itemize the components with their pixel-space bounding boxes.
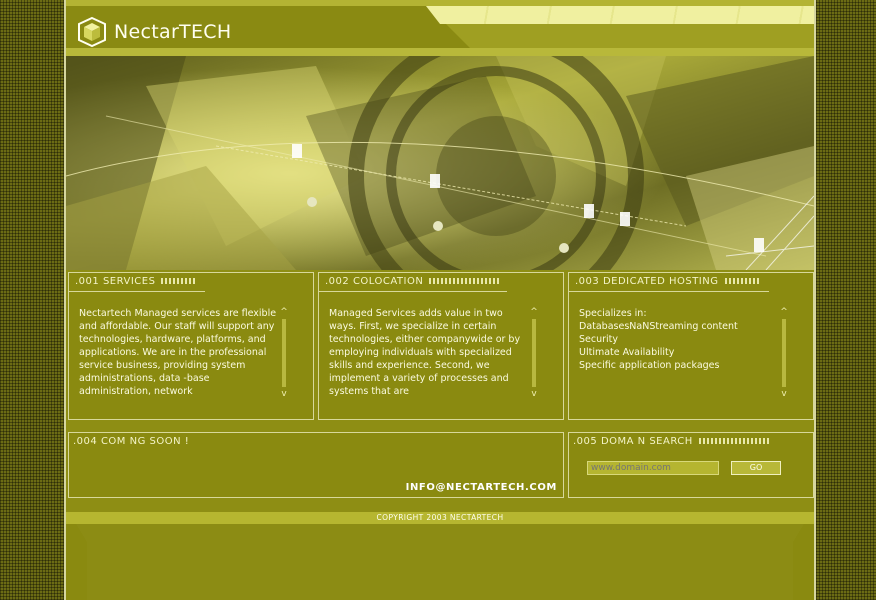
colocation-tab[interactable]: .002 COLOCATION (319, 273, 508, 292)
hosting-line: DatabasesNaNStreaming content (579, 321, 738, 332)
content-row: .001 SERVICES Nectartech Managed service… (66, 270, 814, 422)
header-stripe (426, 6, 814, 24)
header: NectarTECH (66, 0, 814, 56)
hosting-tab[interactable]: .003 DEDICATED HOSTING (569, 273, 769, 292)
services-text: Nectartech Managed services are flexible… (79, 308, 277, 397)
colocation-panel: .002 COLOCATION Managed Services adds va… (318, 272, 564, 420)
header-top-line (66, 0, 814, 6)
domain-search-input[interactable] (587, 461, 719, 475)
services-scrollbar[interactable]: ^ v (279, 307, 289, 399)
go-button[interactable]: GO (731, 461, 781, 475)
email-link[interactable]: INFO@NECTARTECH.COM (406, 482, 557, 493)
dots-icon (724, 278, 761, 284)
services-tab-label: .001 SERVICES (75, 276, 156, 287)
hosting-text: Specializes in: DatabasesNaNStreaming co… (579, 307, 779, 372)
colocation-tab-label: .002 COLOCATION (325, 276, 424, 287)
scroll-track[interactable] (782, 319, 786, 387)
dots-icon (161, 278, 198, 284)
domain-search-panel: .005 DOMA N SEARCH GO (568, 432, 814, 498)
hosting-line: Ultimate Availability (579, 347, 675, 358)
coming-soon-panel: .004 COM NG SOON ! INFO@NECTARTECH.COM (68, 432, 564, 498)
hosting-tab-label: .003 DEDICATED HOSTING (575, 276, 719, 287)
scroll-up-icon[interactable]: ^ (529, 307, 539, 317)
header-bar (446, 24, 814, 48)
logo-text: NectarTECH (114, 21, 232, 43)
scroll-track[interactable] (532, 319, 536, 387)
cube-icon (78, 16, 106, 48)
coming-soon-tab: .004 COM NG SOON ! (73, 436, 190, 447)
scroll-up-icon[interactable]: ^ (779, 307, 789, 317)
scroll-down-icon[interactable]: v (279, 389, 289, 399)
scroll-track[interactable] (282, 319, 286, 387)
footer: COPYRIGHT 2003 NECTARTECH (66, 508, 814, 600)
hosting-panel: .003 DEDICATED HOSTING Specializes in: D… (568, 272, 814, 420)
hosting-line: Security (579, 334, 619, 345)
domain-search-tab: .005 DOMA N SEARCH (569, 433, 777, 451)
header-bottom-line (66, 48, 814, 56)
hosting-line: Specific application packages (579, 360, 720, 371)
page-container: NectarTECH .001 SERVICES Nectartech Mana… (64, 0, 816, 600)
services-panel: .001 SERVICES Nectartech Managed service… (68, 272, 314, 420)
copyright-text: COPYRIGHT 2003 NECTARTECH (376, 513, 504, 522)
scroll-down-icon[interactable]: v (529, 389, 539, 399)
hosting-scrollbar[interactable]: ^ v (779, 307, 789, 399)
footer-inner-panel (76, 524, 804, 600)
dots-icon (429, 278, 500, 284)
scroll-up-icon[interactable]: ^ (279, 307, 289, 317)
hero-graphic (66, 56, 814, 270)
dots-icon (698, 438, 769, 444)
colocation-text: Managed Services adds value in two ways.… (329, 308, 521, 397)
services-tab[interactable]: .001 SERVICES (69, 273, 206, 292)
logo[interactable]: NectarTECH (76, 16, 231, 48)
hero-banner (66, 56, 814, 270)
colocation-scrollbar[interactable]: ^ v (529, 307, 539, 399)
scroll-down-icon[interactable]: v (779, 389, 789, 399)
bottom-row: .004 COM NG SOON ! INFO@NECTARTECH.COM .… (66, 428, 814, 502)
hosting-line: Specializes in: (579, 308, 647, 319)
domain-search-tab-label: .005 DOMA N SEARCH (573, 436, 693, 447)
